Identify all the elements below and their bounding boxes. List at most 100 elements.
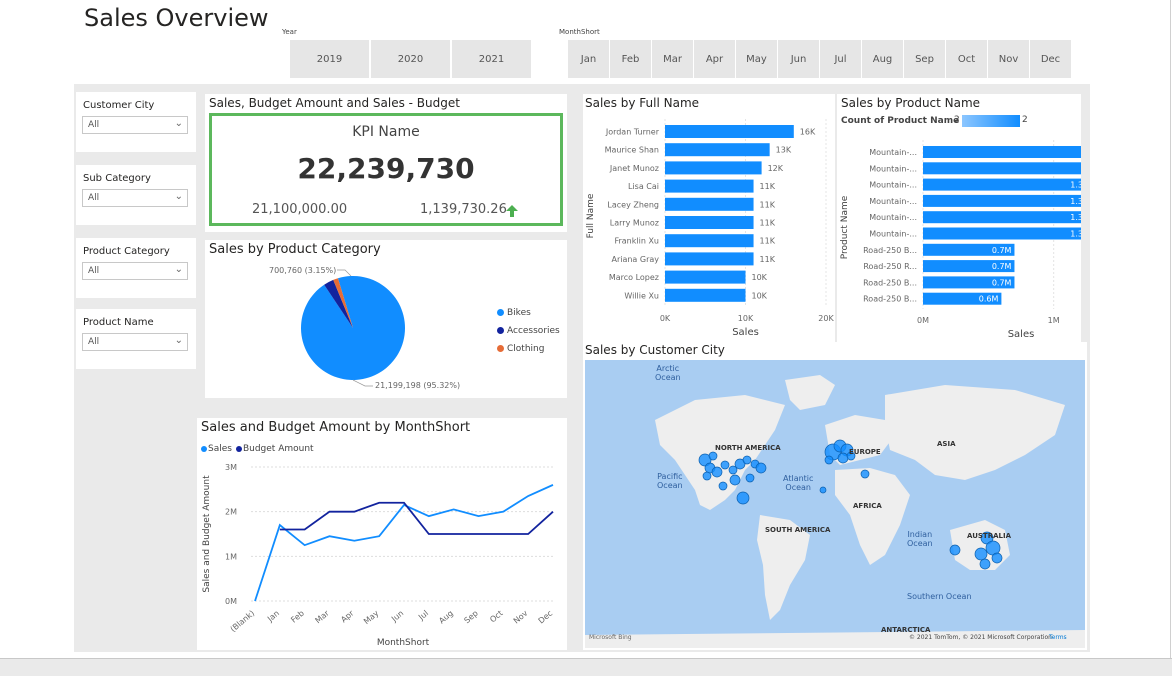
pie-legend-item[interactable]: Bikes bbox=[497, 304, 560, 322]
bar-xtick-label: 1M bbox=[1048, 316, 1060, 325]
line-ytick-label: 2M bbox=[225, 508, 237, 517]
year-tile-2020[interactable]: 2020 bbox=[371, 40, 450, 78]
bar-data-label: 12K bbox=[768, 164, 784, 173]
bar-data-label: 10K bbox=[752, 273, 768, 282]
legend-label: Clothing bbox=[507, 344, 545, 354]
chevron-down-icon: ⌄ bbox=[174, 264, 183, 275]
pie-label-top: 700,760 (3.15%) bbox=[269, 266, 337, 275]
bar-xtick-label: 10K bbox=[738, 314, 754, 323]
pie-legend-item[interactable]: Accessories bbox=[497, 322, 560, 340]
kpi-visual[interactable]: Sales, Budget Amount and Sales - Budget … bbox=[205, 94, 567, 232]
month-tile-may[interactable]: May bbox=[736, 40, 777, 78]
product-name-dropdown[interactable]: All ⌄ bbox=[82, 333, 188, 351]
map-label-southern: Southern Ocean bbox=[907, 592, 972, 601]
filter-label: Customer City bbox=[83, 100, 155, 111]
product-bar-visual[interactable]: Sales by Product Name Count of Product N… bbox=[837, 94, 1081, 342]
pie-visual[interactable]: Sales by Product Category 700,760 (3.15%… bbox=[205, 240, 567, 398]
map-title: Sales by Customer City bbox=[585, 343, 725, 357]
city-marker bbox=[711, 466, 723, 478]
city-marker bbox=[729, 474, 741, 486]
year-tile-2019[interactable]: 2019 bbox=[290, 40, 369, 78]
bing-logo: Microsoft Bing bbox=[589, 634, 632, 641]
bar-data-label: 0.7M bbox=[992, 262, 1012, 271]
pie-legend-item[interactable]: Clothing bbox=[497, 340, 560, 358]
map-visual[interactable]: Sales by Customer City Arctic Ocean NORTH… bbox=[583, 342, 1087, 650]
month-slicer-title: MonthShort bbox=[559, 28, 600, 36]
bar-data-label: 1.3M bbox=[1070, 181, 1081, 190]
month-tile-aug[interactable]: Aug bbox=[862, 40, 903, 78]
month-tile-jun[interactable]: Jun bbox=[778, 40, 819, 78]
bar-category-label: Willie Xu bbox=[624, 291, 659, 300]
city-marker bbox=[974, 547, 988, 561]
pie-leader-bottom bbox=[352, 379, 373, 387]
line-xtick-label: Jul bbox=[416, 609, 430, 623]
bar-rect bbox=[923, 194, 1081, 207]
bar-category-label: Janet Munoz bbox=[609, 164, 659, 173]
page-border bbox=[1170, 0, 1171, 658]
filter-sub-category: Sub Category All ⌄ bbox=[76, 165, 196, 225]
month-tile-jul[interactable]: Jul bbox=[820, 40, 861, 78]
bar-xtick-label: 0K bbox=[660, 314, 671, 323]
line-ytick-label: 0M bbox=[225, 597, 237, 606]
line-xtick-label: Aug bbox=[437, 609, 455, 626]
world-map[interactable] bbox=[585, 360, 1085, 648]
month-tile-sep[interactable]: Sep bbox=[904, 40, 945, 78]
city-marker bbox=[824, 455, 834, 465]
bar-xlabel: Sales bbox=[732, 327, 759, 338]
fullname-bar-visual[interactable]: Sales by Full Name 0K 10K 20K Jordan Turner… bbox=[583, 94, 835, 342]
kpi-name: KPI Name bbox=[352, 124, 420, 140]
line-xtick-label: Jan bbox=[265, 609, 281, 624]
pie-legend: Bikes Accessories Clothing bbox=[497, 304, 560, 358]
kpi-card: KPI Name 22,239,730 21,100,000.00 1,139,… bbox=[209, 113, 563, 226]
line-visual[interactable]: Sales and Budget Amount by MonthShort Sa… bbox=[197, 418, 567, 650]
city-marker bbox=[979, 558, 991, 570]
bar-category-label: Mountain-... bbox=[869, 164, 917, 173]
sub-category-dropdown[interactable]: All ⌄ bbox=[82, 189, 188, 207]
dropdown-value: All bbox=[88, 193, 100, 203]
line-xtick-label: Feb bbox=[289, 609, 306, 625]
line-xtick-label: Nov bbox=[512, 608, 530, 625]
map-label-pacific: Pacific Ocean bbox=[657, 472, 683, 490]
month-tile-apr[interactable]: Apr bbox=[694, 40, 735, 78]
map-label-indian: Indian Ocean bbox=[907, 530, 933, 548]
bar-category-label: Road-250 B... bbox=[863, 295, 917, 304]
city-marker bbox=[949, 544, 961, 556]
month-tile-feb[interactable]: Feb bbox=[610, 40, 651, 78]
city-marker bbox=[837, 452, 849, 464]
bar-rect bbox=[923, 227, 1081, 240]
filter-label: Product Name bbox=[83, 317, 154, 328]
month-tile-mar[interactable]: Mar bbox=[652, 40, 693, 78]
bar-rect bbox=[665, 234, 754, 248]
bar-rect bbox=[665, 161, 762, 175]
page-navigation-bar bbox=[0, 658, 1172, 676]
bar-rect bbox=[665, 143, 770, 157]
map-label-north-america: NORTH AMERICA bbox=[715, 444, 781, 452]
line-xtick-label: Jun bbox=[389, 609, 405, 625]
month-tile-oct[interactable]: Oct bbox=[946, 40, 987, 78]
bar-rect bbox=[665, 216, 754, 229]
year-tile-2021[interactable]: 2021 bbox=[452, 40, 531, 78]
bar-rect bbox=[665, 288, 746, 302]
map-terms-link[interactable]: Terms bbox=[1049, 634, 1067, 641]
product-category-dropdown[interactable]: All ⌄ bbox=[82, 262, 188, 280]
map-label-europe: EUROPE bbox=[849, 448, 881, 456]
month-tile-dec[interactable]: Dec bbox=[1030, 40, 1071, 78]
bar-category-label: Jordan Turner bbox=[605, 128, 660, 137]
bar-data-label: 16K bbox=[800, 128, 816, 137]
bar-category-label: Maurice Shan bbox=[605, 146, 659, 155]
month-tile-nov[interactable]: Nov bbox=[988, 40, 1029, 78]
map-label-south-america: SOUTH AMERICA bbox=[765, 526, 831, 534]
chevron-down-icon: ⌄ bbox=[174, 335, 183, 346]
filter-label: Sub Category bbox=[83, 173, 151, 184]
month-tile-jan[interactable]: Jan bbox=[568, 40, 609, 78]
pie-leader-top bbox=[337, 269, 352, 277]
map-label-australia: AUSTRALIA bbox=[967, 532, 1011, 540]
bar-category-label: Ariana Gray bbox=[611, 255, 659, 264]
line-xtick-label: Oct bbox=[488, 609, 504, 625]
customer-city-dropdown[interactable]: All ⌄ bbox=[82, 116, 188, 134]
bar-data-label: 1.3M bbox=[1070, 197, 1081, 206]
legend-dot-icon bbox=[497, 309, 504, 316]
kpi-difference: 1,139,730.26 bbox=[420, 202, 507, 217]
line-xlabel: MonthShort bbox=[377, 638, 430, 648]
filter-customer-city: Customer City All ⌄ bbox=[76, 92, 196, 152]
